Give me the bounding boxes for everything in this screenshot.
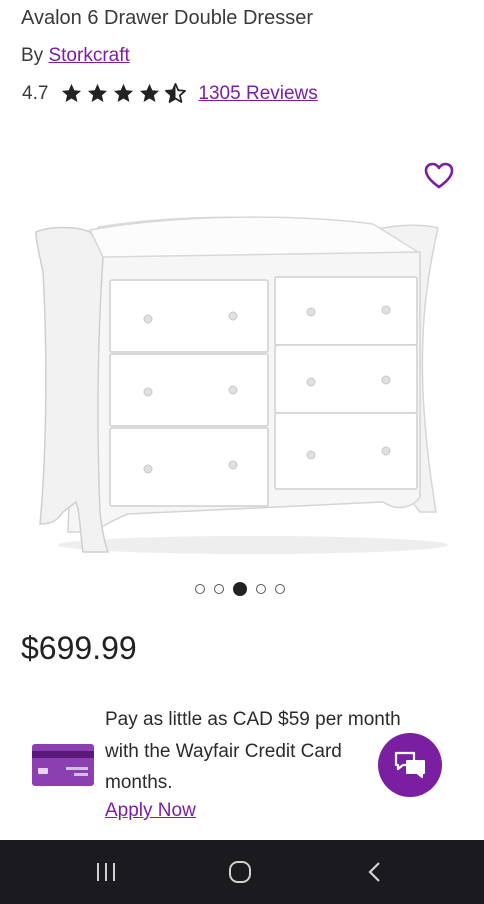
- system-nav-bar: [0, 840, 484, 904]
- carousel-dot-active[interactable]: [233, 582, 247, 596]
- brand-byline: By Storkcraft: [21, 45, 130, 67]
- carousel-dot[interactable]: [214, 584, 224, 594]
- product-image[interactable]: [28, 212, 448, 562]
- image-carousel-dots: [195, 582, 285, 596]
- star-icon: [140, 83, 160, 103]
- carousel-dot[interactable]: [195, 584, 205, 594]
- recent-apps-icon[interactable]: [94, 860, 118, 884]
- star-icon: [88, 83, 108, 103]
- star-icon: [62, 83, 82, 103]
- back-icon[interactable]: [364, 860, 388, 884]
- credit-card-icon: [32, 744, 94, 786]
- brand-link[interactable]: Storkcraft: [48, 45, 129, 66]
- product-title: Avalon 6 Drawer Double Dresser: [21, 7, 313, 29]
- rating-value: 4.7: [22, 82, 49, 104]
- financing-line-1: Pay as little as CAD $59 per month: [105, 709, 401, 730]
- star-rating: [60, 82, 187, 105]
- half-star-icon: [165, 83, 187, 103]
- rating-row: 4.7 1305 Reviews: [22, 82, 318, 105]
- star-icon: [114, 83, 134, 103]
- product-price: $699.99: [21, 630, 137, 666]
- reviews-link[interactable]: 1305 Reviews: [198, 83, 317, 105]
- apply-now-link[interactable]: Apply Now: [105, 800, 196, 822]
- carousel-dot[interactable]: [275, 584, 285, 594]
- carousel-dot[interactable]: [256, 584, 266, 594]
- home-icon[interactable]: [228, 860, 252, 884]
- chat-button[interactable]: [378, 733, 442, 797]
- chat-icon: [394, 751, 425, 778]
- heart-icon[interactable]: [423, 160, 455, 192]
- financing-line-2-text: with the Wayfair Credit Card: [105, 740, 342, 762]
- by-label: By: [21, 45, 44, 66]
